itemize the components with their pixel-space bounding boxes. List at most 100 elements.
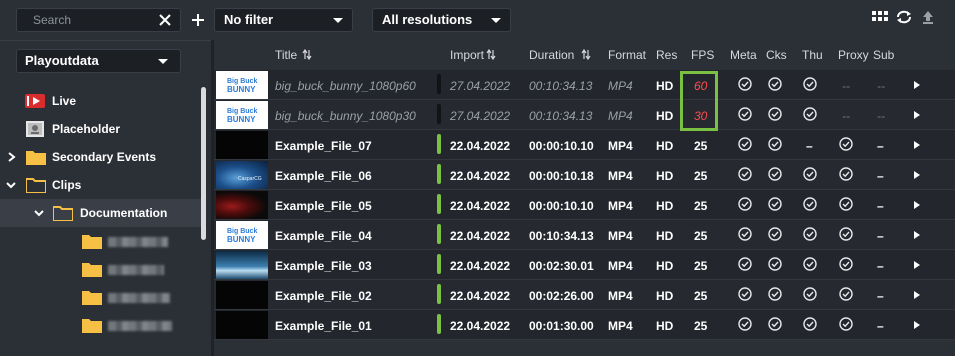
import-date: 22.04.2022 <box>450 259 511 273</box>
play-icon[interactable] <box>914 291 920 299</box>
sort-icon[interactable] <box>486 49 496 60</box>
chevron-down-icon <box>333 18 343 23</box>
column-thu[interactable]: Thu <box>802 48 823 62</box>
table-row[interactable]: Example_File_02 22.04.2022 00:02:26.00 MP4 H… <box>214 280 955 310</box>
sort-icon[interactable] <box>302 49 312 60</box>
clip-thumbnail <box>216 191 268 219</box>
clip-format: MP4 <box>608 229 633 243</box>
check-circle-icon <box>768 197 782 211</box>
sidebar-item-subfolder[interactable] <box>0 311 205 339</box>
import-date: 22.04.2022 <box>450 139 511 153</box>
table-row[interactable]: Big Buck BUNNY big_buck_bunny_1080p60 27.04… <box>214 70 955 100</box>
table-row[interactable]: Example_File_05 22.04.2022 00:00:10.10 MP4 H… <box>214 190 955 220</box>
search-input[interactable] <box>17 9 157 31</box>
source-dropdown[interactable]: Playoutdata <box>16 49 181 73</box>
sidebar-item-label: Placeholder <box>52 122 121 136</box>
chevron-down-icon <box>158 59 168 64</box>
sort-icon[interactable] <box>581 49 591 60</box>
clip-fps: 25 <box>694 319 708 333</box>
sidebar-scrollbar[interactable] <box>201 87 206 240</box>
redacted-label <box>108 265 164 275</box>
upload-icon[interactable] <box>920 10 936 24</box>
clip-title: big_buck_bunny_1080p30 <box>275 109 416 123</box>
status-bar-offline <box>437 74 441 94</box>
svg-text:BUNNY: BUNNY <box>227 235 256 244</box>
import-date: 22.04.2022 <box>450 229 511 243</box>
check-circle-icon <box>768 137 782 151</box>
table-row[interactable]: Example_File_01 22.04.2022 00:01:30.00 MP4 H… <box>214 310 955 340</box>
column-sub[interactable]: Sub <box>873 48 894 62</box>
clip-format: MP4 <box>608 289 633 303</box>
table-row[interactable]: Big Buck BUNNY Example_File_04 22.04.2022 00… <box>214 220 955 250</box>
empty-value: – <box>877 169 884 183</box>
clip-title: Example_File_02 <box>275 289 372 303</box>
chevron-right-icon[interactable] <box>7 152 17 162</box>
empty-value: – <box>877 199 884 213</box>
live-icon <box>25 94 45 108</box>
refresh-icon[interactable] <box>896 10 912 24</box>
sidebar-item-subfolder[interactable] <box>0 227 205 255</box>
clip-resolution: HD <box>656 139 674 153</box>
column-format[interactable]: Format <box>608 48 646 62</box>
clip-table: Title Import Duration Format Res FPS Met… <box>214 40 955 356</box>
column-res[interactable]: Res <box>656 48 677 62</box>
resolution-dropdown[interactable]: All resolutions <box>372 8 511 32</box>
clip-thumbnail <box>216 281 268 309</box>
check-circle-icon <box>738 317 752 331</box>
svg-text:Big Buck: Big Buck <box>227 78 257 85</box>
column-duration[interactable]: Duration <box>529 48 591 62</box>
play-icon[interactable] <box>914 201 920 209</box>
sidebar-item-subfolder[interactable] <box>0 283 205 311</box>
column-meta[interactable]: Meta <box>730 48 757 62</box>
check-circle-icon <box>839 137 853 151</box>
play-icon[interactable] <box>914 231 920 239</box>
import-date: 27.04.2022 <box>450 109 511 123</box>
sidebar-item-secondary-events[interactable]: Secondary Events <box>0 143 205 171</box>
sidebar-item-subfolder[interactable] <box>0 255 205 283</box>
chevron-down-icon[interactable] <box>34 208 44 218</box>
table-row[interactable]: Example_File_07 22.04.2022 00:00:10.10 MP4 H… <box>214 130 955 160</box>
clip-fps: 25 <box>694 169 708 183</box>
column-title[interactable]: Title <box>275 48 312 62</box>
table-row[interactable]: Big Buck BUNNY big_buck_bunny_1080p30 27.04… <box>214 100 955 130</box>
bunny-thumbnail: Big BuckBUNNY <box>227 78 257 94</box>
clip-resolution: HD <box>656 229 674 243</box>
play-icon[interactable] <box>914 261 920 269</box>
sidebar-item-documentation[interactable]: Documentation <box>0 199 205 227</box>
check-circle-icon <box>839 227 853 241</box>
clip-duration: 00:10:34.13 <box>529 229 594 243</box>
column-proxy[interactable]: Proxy <box>838 48 869 62</box>
column-title-label: Title <box>275 48 298 62</box>
column-fps[interactable]: FPS <box>691 48 714 62</box>
sidebar-item-placeholder[interactable]: Placeholder <box>0 115 205 143</box>
play-icon[interactable] <box>914 321 920 329</box>
check-circle-icon <box>768 317 782 331</box>
redacted-label <box>108 237 168 247</box>
empty-value: – <box>806 139 813 153</box>
import-date: 22.04.2022 <box>450 289 511 303</box>
chevron-down-icon[interactable] <box>6 180 16 190</box>
play-icon[interactable] <box>914 171 920 179</box>
table-row[interactable]: Example_File_03 22.04.2022 00:02:30.01 MP4 H… <box>214 250 955 280</box>
placeholder-icon <box>26 121 44 137</box>
empty-value: -- <box>842 109 850 123</box>
sidebar-item-clips[interactable]: Clips <box>0 171 205 199</box>
plus-icon[interactable] <box>191 10 205 30</box>
grid-view-icon[interactable] <box>872 10 888 24</box>
check-circle-icon <box>839 317 853 331</box>
clip-title: Example_File_06 <box>275 169 372 183</box>
play-icon[interactable] <box>914 141 920 149</box>
check-circle-icon <box>738 257 752 271</box>
close-icon[interactable] <box>158 12 172 28</box>
play-icon[interactable] <box>914 81 920 89</box>
play-icon[interactable] <box>914 111 920 119</box>
table-row[interactable]: CasparCG Example_File_06 22.04.2022 00:00:1… <box>214 160 955 190</box>
column-import[interactable]: Import <box>450 48 496 62</box>
check-circle-icon <box>803 257 817 271</box>
sidebar-item-live[interactable]: Live <box>0 87 205 115</box>
clip-duration: 00:01:30.00 <box>529 319 594 333</box>
sidebar-item-label: Secondary Events <box>52 150 157 164</box>
column-cks[interactable]: Cks <box>766 48 787 62</box>
filter-dropdown[interactable]: No filter <box>214 8 353 32</box>
check-circle-icon <box>839 167 853 181</box>
